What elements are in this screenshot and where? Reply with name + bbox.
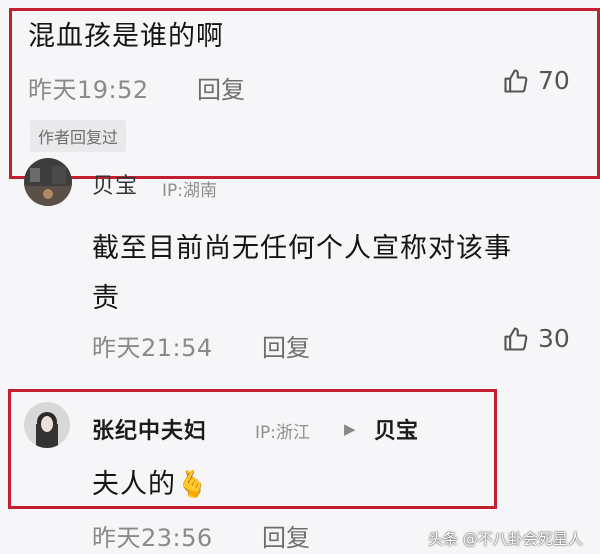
comment-1-text: 混血孩是谁的啊	[28, 21, 224, 52]
avatar	[24, 402, 70, 448]
thumbs-up-icon	[502, 325, 530, 353]
comment-2-ip: IP:湖南	[162, 181, 217, 201]
comment-3-ip: IP:浙江	[255, 423, 310, 443]
comment-1-reply-button[interactable]: 回复	[197, 70, 245, 105]
comment-1-like-button[interactable]: 70	[502, 66, 570, 95]
comment-2-text-line-1: 截至目前尚无任何个人宣称对该事	[92, 233, 512, 264]
comment-2-username[interactable]: 贝宝	[92, 168, 138, 200]
comment-3-time: 昨天23:56	[92, 524, 213, 552]
comment-3-reply-to[interactable]: 贝宝	[374, 413, 418, 445]
comment-2-reply-button[interactable]: 回复	[262, 328, 310, 363]
comment-1-time: 昨天19:52	[28, 76, 149, 104]
comment-3-username[interactable]: 张纪中夫妇	[92, 413, 207, 445]
avatar	[24, 158, 72, 206]
reply-arrow-icon: ▶	[344, 420, 356, 438]
comment-1-like-count: 70	[538, 66, 570, 95]
author-replied-badge: 作者回复过	[30, 120, 127, 152]
comment-3-reply-button[interactable]: 回复	[262, 518, 310, 553]
comment-2-time: 昨天21:54	[92, 334, 213, 362]
watermark: 头条 @不八卦会死星人	[428, 530, 583, 548]
finger-heart-emoji: 🫰	[176, 470, 210, 500]
comment-3-text-content: 夫人的	[92, 469, 176, 500]
comment-3-text: 夫人的🫰	[92, 462, 209, 501]
comment-2-text-line-2: 责	[92, 283, 120, 314]
comment-2-like-button[interactable]: 30	[502, 324, 570, 353]
highlight-box-2	[8, 389, 497, 509]
thumbs-up-icon	[502, 67, 530, 95]
comment-2-like-count: 30	[538, 324, 570, 353]
